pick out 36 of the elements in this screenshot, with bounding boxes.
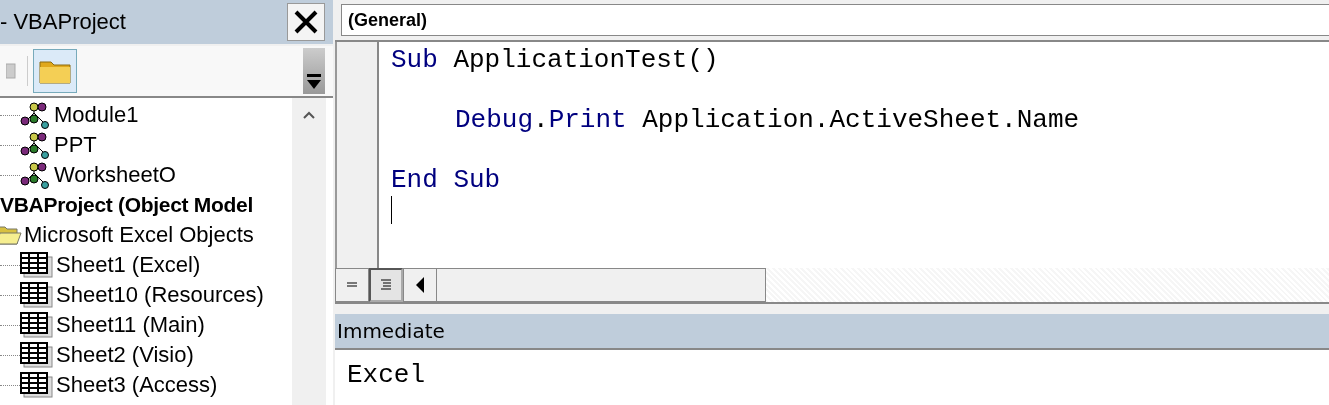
code-line: End Sub	[391, 165, 501, 195]
scroll-up-icon[interactable]	[302, 110, 316, 120]
code-line: Sub ApplicationTest()	[391, 45, 719, 75]
scrollbar-thumb[interactable]	[437, 268, 766, 302]
procedure-view-button[interactable]	[335, 268, 369, 302]
panel-title: - VBAProject	[0, 9, 126, 35]
left-arrow-icon	[414, 276, 426, 294]
immediate-output: Excel	[347, 360, 425, 390]
tree-item[interactable]: Sheet2 (Visio)	[56, 342, 194, 368]
project-node[interactable]: VBAProject (Object Model	[0, 193, 253, 217]
tree-item[interactable]: Sheet3 (Access)	[56, 372, 218, 398]
procedure-view-icon	[346, 281, 358, 289]
tree-item[interactable]: Sheet1 (Excel)	[56, 252, 201, 278]
code-editor[interactable]: Sub ApplicationTest() Debug.Print Application.ActiveSheet.Name End Sub	[335, 42, 1329, 268]
module-icon	[20, 161, 52, 189]
module-view-icon	[380, 279, 392, 291]
immediate-pane[interactable]: Excel	[335, 350, 1329, 405]
module-view-button[interactable]	[369, 268, 403, 302]
module-icon	[20, 101, 52, 129]
toolbar-overflow-icon[interactable]	[303, 48, 325, 94]
tree-item[interactable]: PPT	[54, 132, 97, 158]
tree-item[interactable]: Module1	[54, 102, 139, 128]
folder-button[interactable]	[33, 49, 77, 93]
text-cursor	[391, 196, 392, 224]
tree-item[interactable]: Microsoft Excel Objects	[24, 222, 254, 248]
immediate-title: Immediate	[337, 319, 445, 343]
scroll-left-button[interactable]	[403, 268, 437, 302]
tree-item[interactable]: Sheet11 (Main)	[56, 312, 205, 338]
tree-item[interactable]: Sheet10 (Resources)	[56, 282, 264, 308]
tree-item[interactable]: WorksheetO	[54, 162, 176, 188]
scrollbar[interactable]	[292, 98, 326, 405]
close-button[interactable]	[287, 3, 325, 41]
object-dropdown[interactable]: (General)	[341, 4, 1329, 36]
folder-icon	[39, 58, 71, 84]
module-icon	[20, 131, 52, 159]
code-line: Debug.Print Application.ActiveSheet.Name	[454, 105, 1080, 135]
